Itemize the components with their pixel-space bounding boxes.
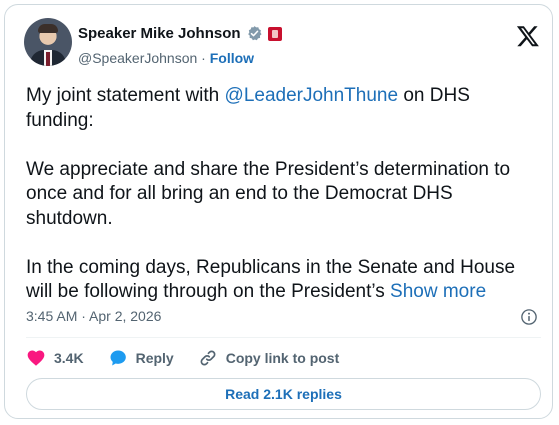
- info-icon[interactable]: [520, 308, 538, 326]
- link-icon: [200, 350, 216, 366]
- government-badge-icon: [267, 26, 282, 41]
- divider: [26, 337, 541, 338]
- copy-link-label: Copy link to post: [225, 350, 340, 366]
- x-logo-icon[interactable]: [516, 24, 540, 48]
- post-paragraph-2: We appreciate and share the President’s …: [26, 158, 511, 229]
- author-name-row: Speaker Mike Johnson: [78, 25, 282, 42]
- show-more-link[interactable]: Show more: [390, 281, 486, 302]
- like-button[interactable]: 3.4K: [26, 348, 84, 368]
- follow-button[interactable]: Follow: [210, 50, 254, 66]
- handle-separator: ·: [197, 50, 210, 66]
- reply-bubble-icon: [110, 350, 126, 366]
- avatar[interactable]: [24, 18, 72, 66]
- mention-link[interactable]: @LeaderJohnThune: [225, 85, 399, 106]
- reply-label: Reply: [135, 350, 174, 366]
- heart-icon: [27, 350, 45, 366]
- action-bar: 3.4K Reply Copy link to post: [26, 347, 339, 369]
- post-card: Speaker Mike Johnson @SpeakerJohnson · F…: [4, 4, 553, 419]
- post-timestamp[interactable]: 3:45 AM · Apr 2, 2026: [26, 308, 161, 324]
- copy-link-button[interactable]: Copy link to post: [198, 348, 340, 368]
- verified-badge-icon: [247, 26, 262, 41]
- read-replies-button[interactable]: Read 2.1K replies: [26, 378, 541, 410]
- author-handle[interactable]: @SpeakerJohnson: [78, 50, 197, 66]
- post-text: My joint statement with: [26, 85, 225, 106]
- post-paragraph-1: My joint statement with @LeaderJohnThune…: [26, 84, 531, 133]
- post-body: My joint statement with @LeaderJohnThune…: [26, 84, 531, 305]
- like-count: 3.4K: [54, 350, 84, 366]
- post-paragraph-3: In the coming days, Republicans in the S…: [26, 256, 531, 305]
- author-display-name[interactable]: Speaker Mike Johnson: [78, 25, 241, 42]
- author-handle-row: @SpeakerJohnson · Follow: [78, 50, 254, 66]
- reply-button[interactable]: Reply: [108, 348, 174, 368]
